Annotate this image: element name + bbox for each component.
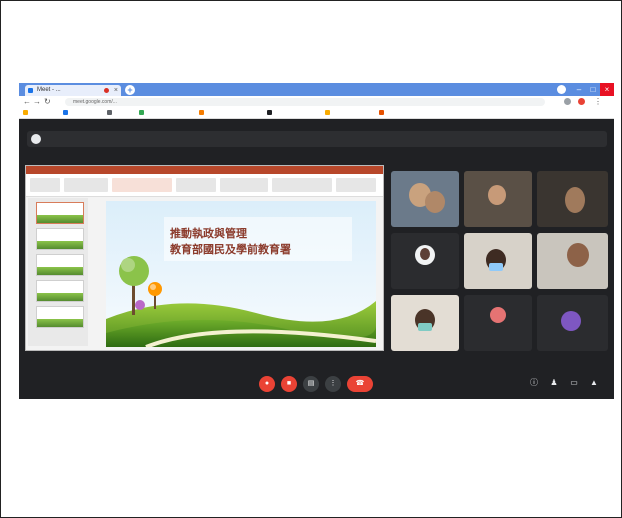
participant-tile[interactable] [464,295,532,351]
more-icon: ⋮ [329,380,337,387]
participant-tile[interactable] [391,171,459,227]
recording-dot-icon [104,88,109,93]
maximize-icon[interactable]: □ [586,83,600,96]
presenter-banner [27,131,607,147]
slide-thumbnail[interactable] [36,254,84,276]
account-avatar-icon[interactable] [578,98,585,105]
ribbon-group [220,178,268,192]
more-options-button[interactable]: ⋮ [325,376,341,392]
participant-video [567,243,589,267]
activities-icon[interactable]: ▲ [589,378,599,388]
participant-avatar [420,248,430,260]
mic-button[interactable]: ● [259,376,275,392]
chat-icon[interactable]: ▭ [569,378,579,388]
mic-icon: ● [264,380,270,387]
participant-tile[interactable] [537,233,608,289]
reload-icon[interactable]: ↻ [44,97,51,106]
participant-avatar [490,307,506,323]
camera-button[interactable]: ■ [281,376,297,392]
back-icon[interactable]: ← [23,97,31,106]
slide-thumbnail[interactable] [36,202,84,224]
tab-close-icon[interactable]: × [114,85,118,96]
face-mask [418,323,432,331]
screen-capture: Meet - ... × + – □ × ← → ↻ meet.google.c… [19,83,614,399]
participant-tile[interactable] [464,233,532,289]
participant-video [488,185,506,205]
ppt-title-bar [26,166,383,174]
slide-title-line2: 教育部國民及學前教育署 [170,243,291,256]
hangup-icon: ☎ [355,380,365,387]
captions-icon: ▤ [307,380,315,387]
current-slide: 推動執政與管理 教育部國民及學前教育署 [106,201,376,347]
participant-tile[interactable] [537,171,608,227]
meet-header [19,119,614,165]
close-window-icon[interactable]: × [600,83,614,96]
captions-button[interactable]: ▤ [303,376,319,392]
shared-screen-powerpoint: 推動執政與管理 教育部國民及學前教育署 [25,165,384,351]
browser-tab[interactable]: Meet - ... × [25,85,121,96]
participant-avatar [561,311,581,331]
address-bar[interactable]: meet.google.com/... [65,98,545,106]
forward-icon[interactable]: → [33,97,41,106]
participant-tile[interactable] [391,233,459,289]
extension-icon[interactable] [564,98,571,105]
participant-tile[interactable] [537,295,608,351]
ribbon-group [176,178,216,192]
slide-thumbnail[interactable] [36,306,84,328]
participant-video [425,191,445,213]
address-text: meet.google.com/... [73,99,117,105]
participant-video [565,187,585,213]
info-icon[interactable]: ⓘ [529,378,539,388]
slide-thumbnails [28,198,88,346]
meet-control-bar: ● ■ ▤ ⋮ ☎ ⓘ ♟ ▭ ▲ [19,369,614,399]
ribbon-group [272,178,332,192]
slide-thumbnail[interactable] [36,228,84,250]
ribbon-group [112,178,172,192]
slide-title-line1: 推動執政與管理 [170,227,247,240]
presenter-avatar-icon [31,134,41,144]
bookmarks-bar [19,108,614,119]
ribbon-group [64,178,108,192]
camera-icon: ■ [286,380,292,387]
slide-artwork [106,201,376,347]
participant-tile[interactable] [464,171,532,227]
hangup-button[interactable]: ☎ [347,376,373,392]
minimize-icon[interactable]: – [572,83,586,96]
meet-favicon-icon [28,88,33,93]
ppt-ribbon [26,174,383,197]
slide-thumbnail[interactable] [36,280,84,302]
face-mask [489,263,503,271]
menu-kebab-icon[interactable]: ⋮ [594,97,602,106]
participant-tile[interactable] [391,295,459,351]
ribbon-group [336,178,376,192]
people-icon[interactable]: ♟ [549,378,559,388]
browser-tab-strip: Meet - ... × + – □ × [19,83,614,96]
ribbon-group [30,178,60,192]
profile-icon[interactable] [557,85,566,94]
browser-toolbar: ← → ↻ meet.google.com/... ⋮ [19,96,614,108]
new-tab-button[interactable]: + [125,85,135,95]
tab-title: Meet - ... [37,87,61,93]
